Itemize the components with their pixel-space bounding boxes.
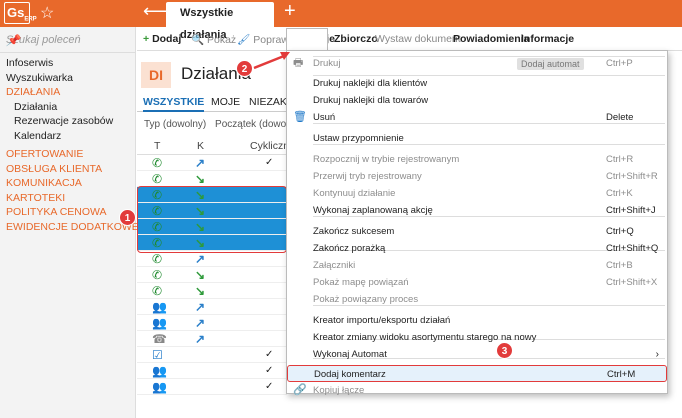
callout-badge-3: 3 bbox=[496, 342, 513, 359]
callout-badge-1: 1 bbox=[119, 209, 136, 226]
callout-badge-2: 2 bbox=[236, 60, 253, 77]
callout-arrow bbox=[253, 52, 290, 70]
